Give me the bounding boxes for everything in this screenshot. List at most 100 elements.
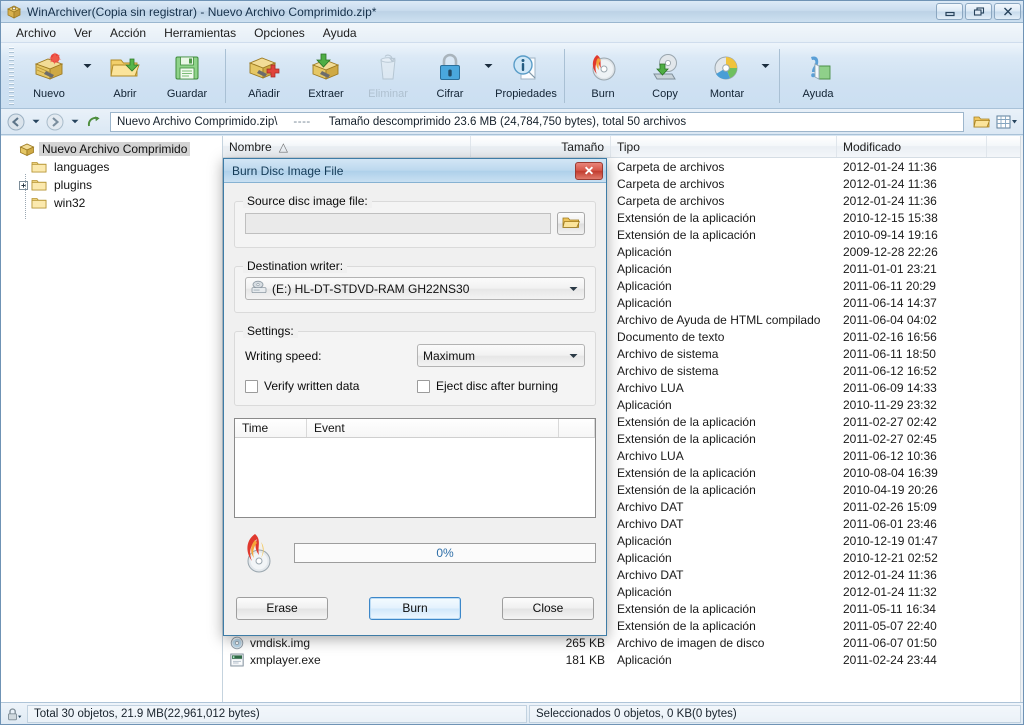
cell-tipo: Extensión de la aplicación [617,601,756,616]
burn-disc-icon [586,51,620,85]
menu-item-ayuda[interactable]: Ayuda [314,24,366,42]
settings-group: Settings: Writing speed: Maximum Verify … [234,324,596,406]
tree-item-root[interactable]: Nuevo Archivo Comprimido [5,140,222,158]
tree-item-win32[interactable]: win32 [17,194,222,212]
cell-tipo: Extensión de la aplicación [617,618,756,633]
burn-button[interactable]: Burn [369,596,461,620]
source-path-input[interactable] [245,213,551,234]
toolbar-button-copy[interactable]: Copy [634,47,696,105]
forward-button[interactable] [44,111,66,133]
column-label: Nombre [229,139,272,154]
cell-modificado: 2011-06-01 23:46 [843,516,937,531]
cell-tipo: Extensión de la aplicación [617,482,756,497]
cell-modificado: 2011-06-11 20:29 [843,278,936,293]
column-header-tipo[interactable]: Tipo [611,136,837,157]
help-question-icon [801,51,835,85]
chevron-down-icon[interactable] [565,286,582,292]
address-path-box[interactable]: Nuevo Archivo Comprimido.zip\ ---- Tamañ… [110,111,964,132]
back-button[interactable] [5,111,27,133]
cell-modificado: 2011-06-11 18:50 [843,346,936,361]
tree-item-plugins[interactable]: plugins [17,176,222,194]
file-list-scrollbar[interactable] [1020,136,1023,702]
column-header-modificado[interactable]: Modificado [837,136,987,157]
verify-written-data-checkbox[interactable]: Verify written data [245,379,417,393]
eject-disc-label: Eject disc after burning [436,379,559,393]
tree-expander-plus-icon[interactable] [17,176,30,194]
toolbar-button-abrir[interactable]: Abrir [94,47,156,105]
folder-tree-pane[interactable]: Nuevo Archivo Comprimido languages plugi… [1,136,223,702]
cifrar-dropdown-caret-icon[interactable] [481,47,495,105]
writing-speed-value: Maximum [423,348,476,363]
lock-small-icon[interactable] [3,705,25,723]
cell-modificado: 2011-02-26 15:09 [843,499,937,514]
menu-item-opciones[interactable]: Opciones [245,24,314,42]
checkbox-box [245,379,258,393]
minimize-button[interactable] [936,3,963,20]
destination-writer-value: (E:) HL-DT-STDVD-RAM GH22NS30 [272,281,470,296]
montar-dropdown-caret-icon[interactable] [758,47,772,105]
open-folder-icon [108,51,142,85]
burn-disc-image-dialog[interactable]: Burn Disc Image File Source disc image f… [223,158,607,636]
chevron-down-icon[interactable] [565,353,582,359]
optical-drive-icon [251,280,267,297]
menu-bar: Archivo Ver Acción Herramientas Opciones… [1,23,1023,43]
cell-modificado: 2011-06-12 10:36 [843,448,937,463]
up-button[interactable] [83,111,105,133]
log-column-event[interactable]: Event [307,419,559,437]
status-selected-text: Seleccionados 0 objetos, 0 KB(0 bytes) [529,704,1021,723]
column-header-tamano[interactable]: Tamaño [471,136,611,157]
toolbar-button-montar[interactable]: Montar [696,47,758,105]
save-floppy-icon [170,51,204,85]
menu-item-ver[interactable]: Ver [65,24,101,42]
menu-item-accion[interactable]: Acción [101,24,155,42]
folder-icon [30,159,48,175]
burn-log-list[interactable]: Time Event [234,418,596,518]
toolbar-button-propiedades[interactable]: Propiedades [495,47,557,105]
window-title: WinArchiver(Copia sin registrar) - Nuevo… [27,4,377,19]
add-archive-icon [247,51,281,85]
close-button[interactable]: Close [502,596,594,620]
verify-written-data-label: Verify written data [264,379,360,393]
writing-speed-combo[interactable]: Maximum [417,344,585,367]
tree-guide-line [25,174,26,220]
log-column-time[interactable]: Time [235,419,307,437]
toolbar-button-cifrar[interactable]: Cifrar [419,47,481,105]
cell-tipo: Extensión de la aplicación [617,414,756,429]
winarchiver-window: WinArchiver(Copia sin registrar) - Nuevo… [0,0,1024,725]
cell-tipo: Archivo DAT [617,499,684,514]
table-row[interactable]: xmplayer.exe 181 KB Aplicación 2011-02-24 2… [223,651,1023,668]
copy-disc-icon [648,51,682,85]
toolbar-button-ayuda[interactable]: Ayuda [787,47,849,105]
cell-modificado: 2010-09-14 19:16 [843,227,938,242]
column-header-nombre[interactable]: Nombre △ [223,136,471,157]
tree-item-languages[interactable]: languages [17,158,222,176]
toolbar-button-burn[interactable]: Burn [572,47,634,105]
erase-button[interactable]: Erase [236,596,328,620]
toolbar-button-guardar[interactable]: Guardar [156,47,218,105]
close-button[interactable] [994,3,1021,20]
open-folder-small-icon[interactable] [969,111,993,133]
source-browse-button[interactable] [557,212,585,235]
tree-children: languages plugins win32 [5,158,222,220]
dialog-close-button[interactable] [575,161,603,180]
destination-writer-combo[interactable]: (E:) HL-DT-STDVD-RAM GH22NS30 [245,277,585,300]
window-controls [936,3,1021,20]
toolbar-button-nuevo[interactable]: Nuevo [18,47,80,105]
view-mode-icon[interactable] [995,111,1019,133]
toolbar-button-anadir[interactable]: Añadir [233,47,295,105]
toolbar-button-extraer[interactable]: Extraer [295,47,357,105]
table-row[interactable]: vmdisk.img 265 KB Archivo de imagen de dis… [223,634,1023,651]
address-bar: Nuevo Archivo Comprimido.zip\ ---- Tamañ… [1,109,1023,135]
address-separator: ---- [293,115,311,128]
cell-modificado: 2011-06-04 04:02 [843,312,937,327]
eject-disc-checkbox[interactable]: Eject disc after burning [417,379,558,393]
menu-item-herramientas[interactable]: Herramientas [155,24,245,42]
forward-dropdown-caret-icon[interactable] [68,111,81,133]
toolbar-grip[interactable] [9,47,14,105]
cell-modificado: 2010-11-29 23:32 [843,397,937,412]
restore-button[interactable] [965,3,992,20]
cell-modificado: 2012-01-24 11:36 [843,193,937,208]
back-dropdown-caret-icon[interactable] [29,111,42,133]
menu-item-archivo[interactable]: Archivo [7,24,65,42]
nuevo-dropdown-caret-icon[interactable] [80,47,94,105]
